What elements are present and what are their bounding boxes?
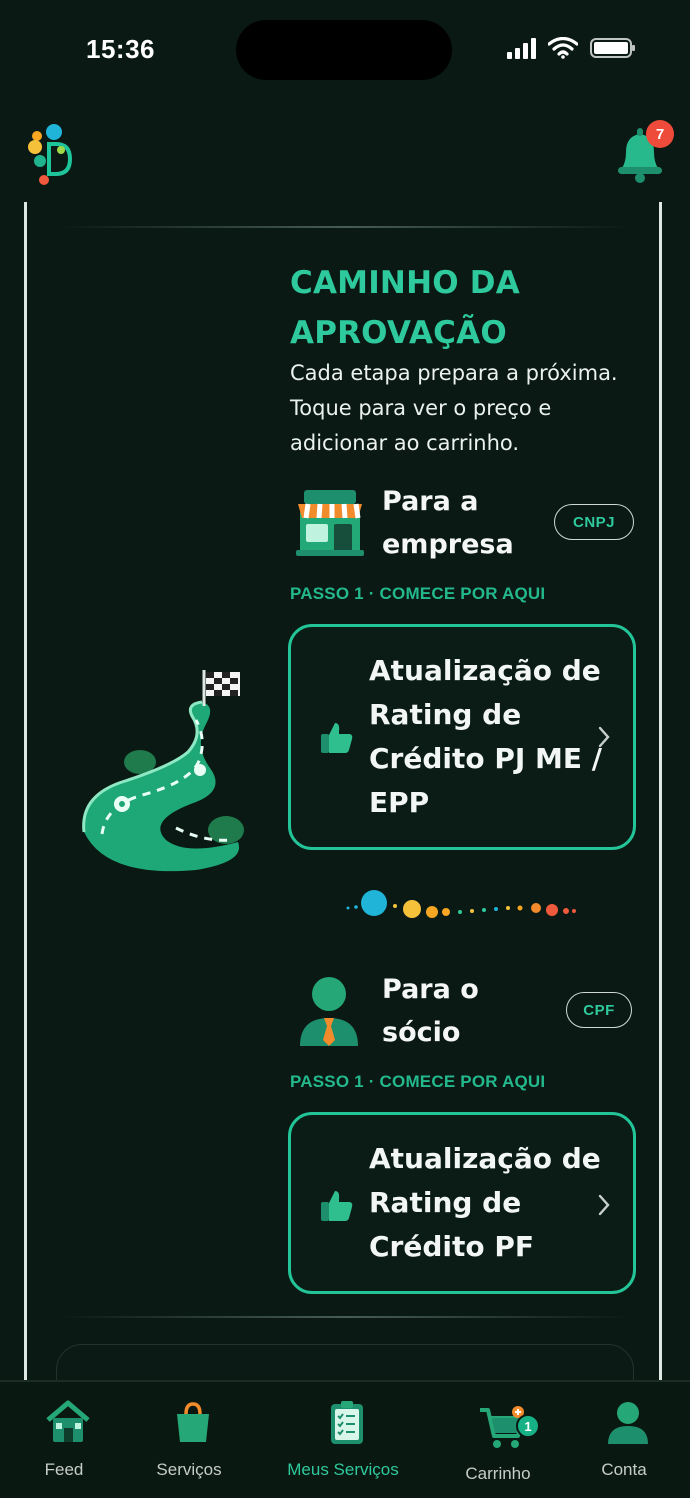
chevron-right-icon (598, 726, 610, 748)
status-bar: 15:36 (0, 0, 690, 100)
tab-servicos[interactable]: Serviços (129, 1382, 249, 1498)
dotted-connector-icon (346, 890, 576, 918)
bottom-divider (60, 1316, 630, 1318)
cnpj-tag: CNPJ (554, 504, 634, 540)
bottom-tab-bar: Feed Serviços Meus Serviços Carrinho Con… (0, 1380, 690, 1498)
section-subtitle: Cada etapa prepara a próxima. Toque para… (290, 361, 618, 455)
cart-badge: 1 (516, 1414, 540, 1438)
battery-icon (590, 38, 635, 58)
thumbs-up-icon (321, 723, 353, 753)
tab-label: Meus Serviços (287, 1460, 399, 1479)
chevron-right-icon (598, 1194, 610, 1216)
tab-feed[interactable]: Feed (4, 1382, 124, 1498)
service-card-rating-pj[interactable]: Atualização de Rating de Crédito PJ ME /… (288, 624, 636, 850)
step-label-empresa: PASSO 1 · COMECE POR AQUI (290, 584, 546, 603)
wifi-icon (548, 37, 578, 59)
camera-notch (236, 20, 452, 80)
tab-meus-servicos[interactable]: Meus Serviços (283, 1382, 403, 1498)
notifications-badge: 7 (646, 120, 674, 148)
frame-left-line (24, 202, 27, 1384)
group-title-empresa: Para a empresa (382, 486, 514, 560)
tab-conta[interactable]: Conta (564, 1382, 684, 1498)
tab-label: Serviços (156, 1460, 222, 1479)
thumbs-up-icon (321, 1191, 353, 1221)
tab-label: Carrinho (465, 1464, 531, 1483)
tab-carrinho[interactable]: Carrinho (438, 1382, 558, 1498)
status-icons (507, 37, 635, 59)
clipboard-checklist-icon (331, 1401, 363, 1444)
status-time: 15:36 (86, 34, 155, 64)
service-card-rating-pf[interactable]: Atualização de Rating de Crédito PF (288, 1112, 636, 1294)
tab-label: Feed (44, 1460, 84, 1479)
cellular-signal-icon (507, 37, 536, 59)
person-icon (300, 977, 358, 1046)
tab-label: Conta (601, 1460, 647, 1479)
step-label-socio: PASSO 1 · COMECE POR AQUI (290, 1072, 546, 1091)
frame-right-line (659, 202, 662, 1384)
section-title: CAMINHO DA APROVAÇÃO (290, 265, 520, 351)
shopping-bag-icon (177, 1402, 209, 1442)
user-icon (608, 1402, 648, 1444)
cpf-tag: CPF (566, 992, 632, 1028)
group-title-socio: Para o sócio (382, 974, 479, 1048)
house-icon (46, 1400, 90, 1442)
storefront-icon (296, 490, 364, 556)
service-card-title: Atualização de Rating de Crédito PF (369, 1142, 601, 1263)
app-logo-icon[interactable] (24, 122, 80, 188)
service-card-title: Atualização de Rating de Crédito PJ ME /… (369, 654, 603, 819)
winding-road-flag-icon (82, 670, 244, 872)
top-divider (60, 226, 630, 228)
